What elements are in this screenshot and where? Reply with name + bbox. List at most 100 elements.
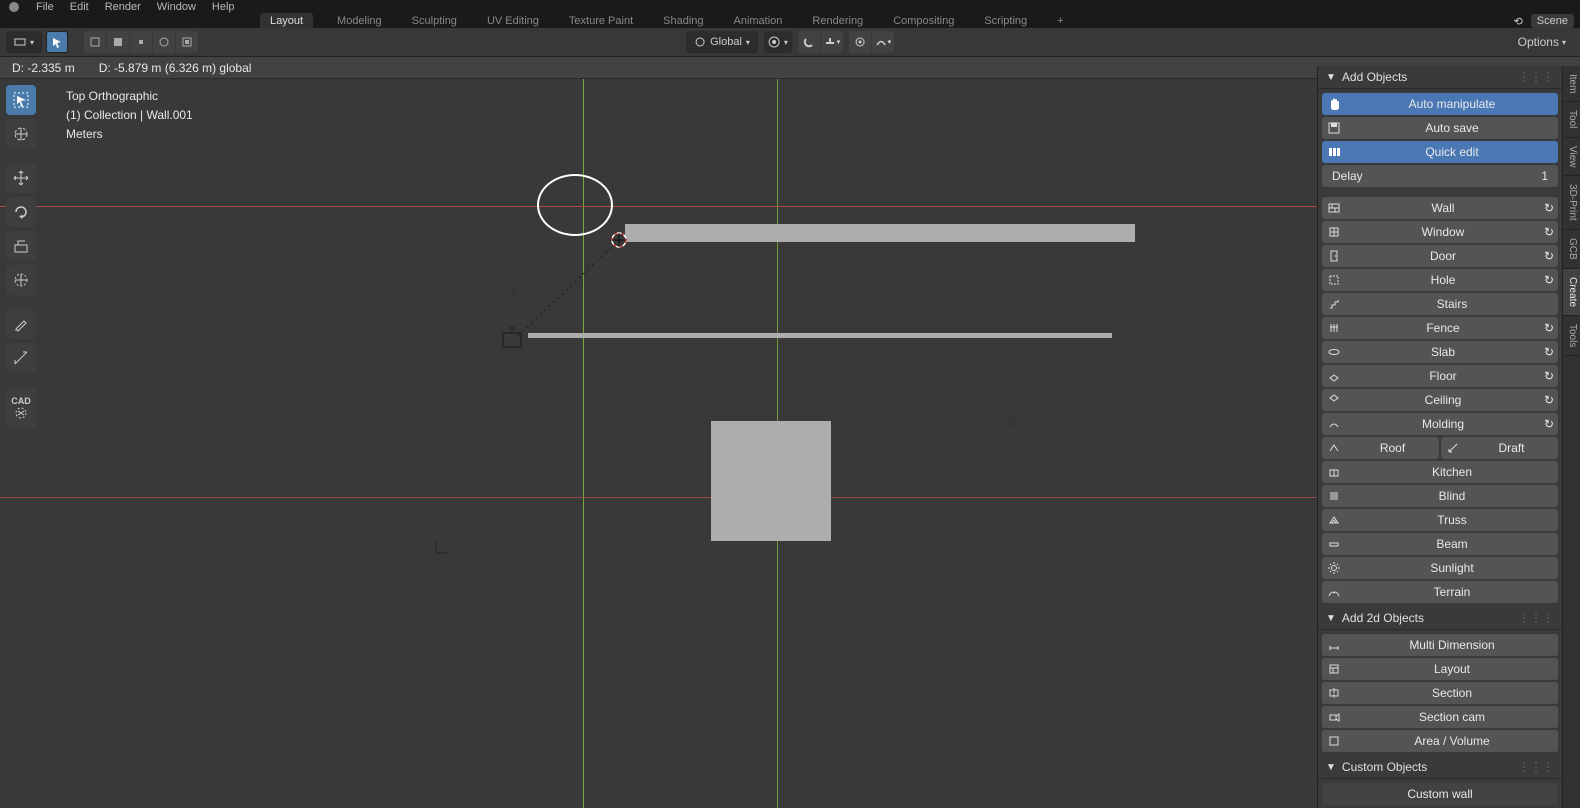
kitchen-button[interactable]: Kitchen <box>1322 461 1558 483</box>
tab-tools[interactable]: Tools <box>1563 316 1580 356</box>
refresh-icon[interactable]: ↻ <box>1540 393 1558 407</box>
tab-sculpting[interactable]: Sculpting <box>406 15 463 27</box>
scene-dropdown[interactable]: Scene <box>1531 14 1574 28</box>
empty-axis-icon[interactable] <box>432 537 452 557</box>
door-button[interactable]: Door↻ <box>1322 245 1558 267</box>
delay-field[interactable]: Delay 1 <box>1322 165 1558 187</box>
multi-dimension-button[interactable]: Multi Dimension <box>1322 634 1558 656</box>
refresh-icon[interactable]: ↻ <box>1540 345 1558 359</box>
wall-object-2[interactable] <box>528 333 1112 338</box>
tab-compositing[interactable]: Compositing <box>887 15 960 27</box>
blind-button[interactable]: Blind <box>1322 485 1558 507</box>
pivot-5[interactable] <box>176 31 198 53</box>
tab-shading[interactable]: Shading <box>657 15 709 27</box>
camera-icon[interactable] <box>498 325 528 355</box>
molding-button[interactable]: Molding↻ <box>1322 413 1558 435</box>
draft-button[interactable]: Draft <box>1441 437 1558 459</box>
tab-scripting[interactable]: Scripting <box>978 15 1033 27</box>
grip-icon[interactable]: ⋮⋮⋮ <box>1518 760 1554 774</box>
section-cam-button[interactable]: Section cam <box>1322 706 1558 728</box>
wall-button[interactable]: Wall↻ <box>1322 197 1558 219</box>
auto-manipulate-button[interactable]: Auto manipulate <box>1322 93 1558 115</box>
tab-tool[interactable]: Tool <box>1563 102 1580 137</box>
menu-render[interactable]: Render <box>105 1 141 13</box>
refresh-icon[interactable]: ↻ <box>1540 201 1558 215</box>
grip-icon[interactable]: ⋮⋮⋮ <box>1518 611 1554 625</box>
cube-object[interactable] <box>711 421 831 541</box>
move-tool[interactable] <box>6 163 36 193</box>
add-workspace-button[interactable]: + <box>1051 15 1069 27</box>
menu-file[interactable]: File <box>36 1 54 13</box>
tab-gcb[interactable]: GCB <box>1563 230 1580 269</box>
add-objects-label: Add Objects <box>1342 70 1407 84</box>
custom-wall-button[interactable]: Custom wall <box>1322 783 1558 805</box>
tab-rendering[interactable]: Rendering <box>806 15 869 27</box>
snap-toggle[interactable] <box>798 31 820 53</box>
tab-modeling[interactable]: Modeling <box>331 15 388 27</box>
tab-uv-editing[interactable]: UV Editing <box>481 15 545 27</box>
terrain-button[interactable]: Terrain <box>1322 581 1558 603</box>
fence-button[interactable]: Fence↻ <box>1322 317 1558 339</box>
viewport-3d[interactable]: /* static grid drawn below */ <box>0 79 1317 808</box>
floor-button[interactable]: Floor↻ <box>1322 365 1558 387</box>
refresh-icon[interactable]: ↻ <box>1540 273 1558 287</box>
refresh-icon[interactable]: ↻ <box>1540 417 1558 431</box>
cursor-tool[interactable] <box>6 119 36 149</box>
layout-button[interactable]: Layout <box>1322 658 1558 680</box>
pivot-1[interactable] <box>84 31 106 53</box>
transform-tool[interactable] <box>6 265 36 295</box>
slab-button[interactable]: Slab↻ <box>1322 341 1558 363</box>
area-volume-button[interactable]: Area / Volume <box>1322 730 1558 752</box>
proportional-toggle[interactable] <box>849 31 871 53</box>
tab-create[interactable]: Create <box>1563 269 1580 316</box>
select-tool[interactable] <box>6 85 36 115</box>
scale-tool[interactable] <box>6 231 36 261</box>
refresh-icon[interactable]: ↻ <box>1540 225 1558 239</box>
orientation-dropdown[interactable]: Global ▾ <box>686 31 758 53</box>
options-dropdown[interactable]: Options ▾ <box>1510 35 1574 49</box>
draft-icon <box>1441 442 1465 454</box>
menu-help[interactable]: Help <box>212 1 235 13</box>
auto-save-button[interactable]: Auto save <box>1322 117 1558 139</box>
mode-dropdown[interactable]: ▾ <box>6 31 42 53</box>
pivot-dropdown[interactable]: ▾ <box>764 31 792 53</box>
add-2d-header[interactable]: ▼ Add 2d Objects ⋮⋮⋮ <box>1318 607 1562 630</box>
wall-object-1[interactable] <box>625 224 1135 242</box>
sunlight-button[interactable]: Sunlight <box>1322 557 1558 579</box>
rotate-tool[interactable] <box>6 197 36 227</box>
pivot-3[interactable] <box>130 31 152 53</box>
menu-window[interactable]: Window <box>157 1 196 13</box>
refresh-icon[interactable]: ↻ <box>1540 321 1558 335</box>
tab-animation[interactable]: Animation <box>728 15 789 27</box>
tab-item[interactable]: Item <box>1563 66 1580 102</box>
beam-button[interactable]: Beam <box>1322 533 1558 555</box>
light-icon[interactable] <box>1000 410 1024 434</box>
refresh-icon[interactable]: ↻ <box>1540 369 1558 383</box>
back-icon[interactable]: ⟲ <box>1514 15 1523 28</box>
hole-button[interactable]: Hole↻ <box>1322 269 1558 291</box>
roof-button[interactable]: Roof <box>1322 437 1439 459</box>
measure-tool[interactable] <box>6 343 36 373</box>
pivot-4[interactable] <box>153 31 175 53</box>
grip-icon[interactable]: ⋮⋮⋮ <box>1518 70 1554 84</box>
proportional-type[interactable]: ▾ <box>872 31 894 53</box>
truss-button[interactable]: Truss <box>1322 509 1558 531</box>
pivot-2[interactable] <box>107 31 129 53</box>
select-box-button[interactable] <box>46 31 68 53</box>
add-objects-header[interactable]: ▼ Add Objects ⋮⋮⋮ <box>1318 66 1562 89</box>
tab-texture-paint[interactable]: Texture Paint <box>563 15 639 27</box>
quick-edit-button[interactable]: Quick edit <box>1322 141 1558 163</box>
window-button[interactable]: Window↻ <box>1322 221 1558 243</box>
menu-edit[interactable]: Edit <box>70 1 89 13</box>
snap-type[interactable]: ▾ <box>821 31 843 53</box>
tab-layout[interactable]: Layout <box>260 13 313 29</box>
annotate-tool[interactable] <box>6 309 36 339</box>
stairs-button[interactable]: Stairs <box>1322 293 1558 315</box>
section-button[interactable]: Section <box>1322 682 1558 704</box>
refresh-icon[interactable]: ↻ <box>1540 249 1558 263</box>
ceiling-button[interactable]: Ceiling↻ <box>1322 389 1558 411</box>
custom-objects-header[interactable]: ▼ Custom Objects ⋮⋮⋮ <box>1318 756 1562 779</box>
cad-tool[interactable]: CAD <box>6 387 36 429</box>
tab-3dprint[interactable]: 3D-Print <box>1563 176 1580 230</box>
tab-view[interactable]: View <box>1563 138 1580 177</box>
